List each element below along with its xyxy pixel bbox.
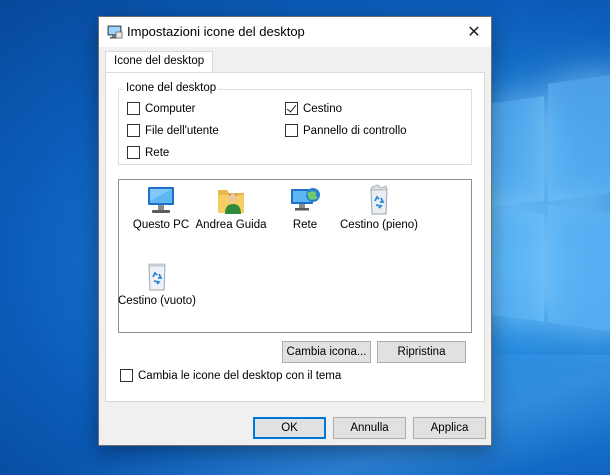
checkbox-computer[interactable]: Computer [127, 102, 196, 115]
tab-panel: Icone del desktop Computer Cestino File … [105, 72, 485, 402]
icon-label: Rete [292, 219, 318, 231]
checkbox-box[interactable] [285, 102, 298, 115]
close-button[interactable]: ✕ [457, 17, 491, 47]
change-icon-button[interactable]: Cambia icona... [282, 341, 371, 363]
icon-label: Cestino (vuoto) [118, 295, 196, 307]
user-folder-icon [218, 190, 244, 214]
icon-label: Cestino (pieno) [340, 219, 418, 231]
list-item-recycle-bin-empty[interactable]: Cestino (vuoto) [115, 260, 199, 307]
checkbox-control-panel[interactable]: Pannello di controllo [285, 124, 407, 137]
icon-label: Questo PC [132, 219, 190, 231]
restore-button[interactable]: Ripristina [377, 341, 466, 363]
list-item-user-folder[interactable]: Andrea Guida [189, 184, 273, 231]
checkbox-box[interactable] [127, 146, 140, 159]
desktop-icons-group: Icone del desktop Computer Cestino File … [118, 82, 472, 165]
checkbox-label: Pannello di controllo [303, 124, 407, 137]
windows-logo [488, 72, 610, 378]
checkbox-recycle-bin[interactable]: Cestino [285, 102, 342, 115]
computer-icon [148, 187, 174, 213]
desktop-icon-settings-dialog: Impostazioni icone del desktop ✕ Icone d… [98, 16, 492, 446]
checkbox-user-files[interactable]: File dell'utente [127, 124, 219, 137]
checkbox-box[interactable] [127, 124, 140, 137]
apply-button[interactable]: Applica [413, 417, 486, 439]
checkbox-label: File dell'utente [145, 124, 219, 137]
icon-list[interactable]: Questo PC Andrea Guida Rete Cestino (pie… [118, 179, 472, 333]
checkbox-label: Cambia le icone del desktop con il tema [138, 369, 342, 382]
group-label: Icone del desktop [124, 82, 219, 94]
checkbox-label: Computer [145, 102, 196, 115]
close-icon: ✕ [467, 24, 481, 41]
checkbox-box[interactable] [120, 369, 133, 382]
checkbox-theme-icons[interactable]: Cambia le icone del desktop con il tema [120, 369, 341, 382]
cancel-button[interactable]: Annulla [333, 417, 406, 439]
ok-button[interactable]: OK [253, 417, 326, 439]
network-icon [291, 188, 320, 211]
title-bar[interactable]: Impostazioni icone del desktop ✕ [99, 17, 491, 47]
checkbox-network[interactable]: Rete [127, 146, 169, 159]
tab-desktop-icons[interactable]: Icone del desktop [105, 51, 214, 73]
recycle-bin-empty-icon [148, 263, 166, 291]
recycle-bin-full-icon [370, 184, 388, 215]
checkbox-label: Rete [145, 146, 170, 159]
checkbox-box[interactable] [285, 124, 298, 137]
icon-label: Andrea Guida [195, 219, 267, 231]
list-item-network[interactable]: Rete [263, 184, 347, 231]
list-item-recycle-bin-full[interactable]: Cestino (pieno) [337, 184, 421, 231]
checkbox-label: Cestino [303, 102, 342, 115]
desktop-settings-icon [107, 25, 123, 39]
window-title: Impostazioni icone del desktop [127, 24, 305, 39]
checkbox-box[interactable] [127, 102, 140, 115]
